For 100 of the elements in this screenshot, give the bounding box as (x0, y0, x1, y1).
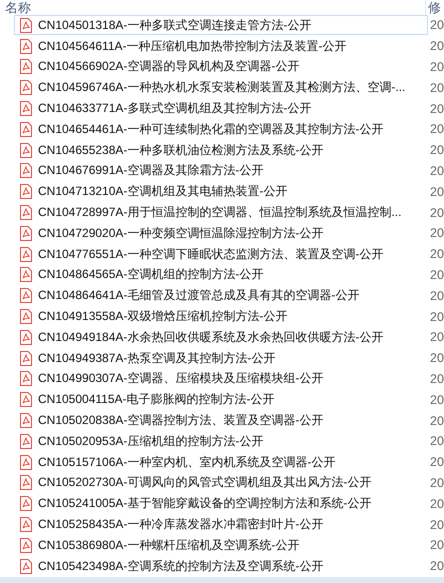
file-name: CN104566902A-空调器的导风机构及空调器-公开 (38, 58, 300, 76)
file-item[interactable]: CN105020953A-压缩机组的控制方法-公开 (14, 431, 428, 452)
file-name: CN104990307A-空调器、压缩模块及压缩模块组-公开 (38, 370, 324, 388)
file-date: 20 (429, 559, 444, 574)
file-item[interactable]: CN104949184A-水余热回收供暖系统及水余热回收供暖方法-公开 (14, 327, 428, 348)
pdf-file-icon (20, 142, 32, 158)
file-date: 20 (429, 372, 444, 386)
pdf-file-icon (20, 288, 32, 304)
file-item[interactable]: CN105423498A-空调系统的控制方法及空调系统-公开 (14, 556, 428, 576)
pdf-file-icon (20, 413, 32, 428)
file-name: CN104729020A-一种变频空调恒温除湿控制方法-公开 (38, 224, 324, 242)
file-date: 20 (429, 143, 444, 158)
file-name: CN105423498A-空调系统的控制方法及空调系统-公开 (38, 558, 324, 575)
pdf-file-icon (20, 330, 32, 345)
file-date: 20 (429, 310, 444, 324)
pdf-file-icon (20, 122, 32, 137)
file-name: CN104596746A-一种热水机水泵安装检测装置及其检测方法、空调-... (38, 79, 406, 96)
file-date: 20 (429, 434, 444, 448)
file-name: CN104776551A-一种空调下睡眠状态监测方法、装置及空调-公开 (38, 246, 384, 263)
file-item[interactable]: CN105004115A-电子膨胀阀的控制方法-公开 (14, 390, 428, 410)
file-date: 20 (429, 122, 444, 136)
pdf-file-icon (20, 184, 32, 200)
file-date: 20 (429, 455, 444, 470)
pdf-file-icon (20, 205, 32, 220)
file-name: CN105202730A-可调风向的风管式空调机组及其出风方法-公开 (38, 474, 372, 492)
file-date: 20 (429, 184, 444, 199)
file-date: 20 (429, 518, 444, 532)
column-header[interactable]: 名称 (0, 0, 425, 15)
file-item[interactable]: CN105202730A-可调风向的风管式空调机组及其出风方法-公开 (14, 472, 428, 493)
file-item[interactable]: CN104596746A-一种热水机水泵安装检测装置及其检测方法、空调-... (14, 78, 428, 98)
file-date: 20 (429, 496, 444, 511)
file-item[interactable]: CN104913558A-双级增焓压缩机控制方法-公开 (14, 306, 428, 327)
file-date: 20 (429, 392, 444, 407)
file-item[interactable]: CN104654461A-一种可连续制热化霜的空调器及其控制方法-公开 (14, 119, 428, 140)
file-name: CN104864641A-毛细管及过渡管总成及具有其的空调器-公开 (38, 287, 360, 304)
pdf-file-icon (20, 309, 32, 324)
file-name: CN105020838A-空调器控制方法、装置及空调器-公开 (38, 412, 324, 430)
file-date: 20 (429, 164, 444, 178)
pdf-file-icon (20, 517, 32, 532)
file-item[interactable]: CN104566902A-空调器的导风机构及空调器-公开 (14, 56, 428, 77)
file-name: CN105004115A-电子膨胀阀的控制方法-公开 (38, 391, 275, 408)
pdf-file-icon (20, 38, 32, 54)
pdf-file-icon (20, 246, 32, 262)
file-name: CN104949184A-水余热回收供暖系统及水余热回收供暖方法-公开 (38, 328, 384, 346)
file-item[interactable]: CN104776551A-一种空调下睡眠状态监测方法、装置及空调-公开 (14, 244, 428, 264)
file-item[interactable]: CN104655238A-一种多联机油位检测方法及系统-公开 (14, 140, 428, 160)
pdf-file-icon (20, 226, 32, 241)
file-name: CN104655238A-一种多联机油位检测方法及系统-公开 (38, 142, 324, 159)
file-date: 20 (429, 268, 444, 282)
file-item[interactable]: CN105386980A-一种螺杆压缩机及空调系统-公开 (14, 535, 428, 556)
file-date: 20 (429, 102, 444, 116)
pdf-file-icon (20, 558, 32, 574)
file-date: 20 (429, 414, 444, 428)
file-name: CN104564611A-一种压缩机电加热带控制方法及装置-公开 (38, 38, 347, 55)
file-name: CN104654461A-一种可连续制热化霜的空调器及其控制方法-公开 (38, 120, 384, 138)
file-name: CN104728997A-用于恒温控制的空调器、恒温控制系统及恒温控制... (38, 204, 402, 222)
file-item[interactable]: CN105258435A-一种冷库蒸发器水冲霜密封叶片-公开 (14, 514, 428, 535)
file-date: 20 (429, 538, 444, 552)
file-item[interactable]: CN104564611A-一种压缩机电加热带控制方法及装置-公开 (14, 36, 428, 56)
file-item[interactable]: CN104501318A-一种多联式空调连接走管方法-公开 (14, 15, 428, 36)
file-item[interactable]: CN104676991A-空调器及其除霜方法-公开 (14, 160, 428, 181)
file-name: CN104913558A-双级增焓压缩机控制方法-公开 (38, 308, 288, 326)
file-date: 20 (429, 330, 444, 344)
file-item[interactable]: CN105020838A-空调器控制方法、装置及空调器-公开 (14, 410, 428, 431)
pdf-file-icon (20, 80, 32, 96)
file-item[interactable]: CN104990307A-空调器、压缩模块及压缩模块组-公开 (14, 368, 428, 389)
file-date: 20 (429, 288, 444, 303)
file-item[interactable]: CN104949387A-热泵空调及其控制方法-公开 (14, 348, 428, 368)
file-name: CN104676991A-空调器及其除霜方法-公开 (38, 162, 264, 180)
file-item[interactable]: CN104633771A-多联式空调机组及其控制方法-公开 (14, 98, 428, 119)
pdf-file-icon (20, 538, 32, 553)
file-name: CN105241005A-基于智能穿戴设备的空调控制方法和系统-公开 (38, 495, 372, 512)
pdf-file-icon (20, 267, 32, 282)
file-item[interactable]: CN104729020A-一种变频空调恒温除湿控制方法-公开 (14, 223, 428, 244)
file-item[interactable]: CN104713210A-空调机组及其电辅热装置-公开 (14, 182, 428, 202)
pdf-file-icon (20, 392, 32, 408)
file-item[interactable]: CN104728997A-用于恒温控制的空调器、恒温控制系统及恒温控制... (14, 202, 428, 223)
pdf-file-icon (20, 101, 32, 116)
file-item[interactable]: CN104864565A-空调机组的控制方法-公开 (14, 264, 428, 285)
file-date: 20 (429, 39, 444, 54)
file-date: 20 (429, 247, 444, 262)
file-name: CN104501318A-一种多联式空调连接走管方法-公开 (38, 16, 312, 34)
file-item[interactable]: CN105157106A-一种室内机、室内机系统及空调器-公开 (14, 452, 428, 472)
file-item[interactable]: CN105241005A-基于智能穿戴设备的空调控制方法和系统-公开 (14, 494, 428, 514)
file-date: 20 (429, 80, 444, 95)
file-date: 20 (429, 226, 444, 240)
file-name: CN104713210A-空调机组及其电辅热装置-公开 (38, 183, 288, 200)
file-item[interactable]: CN104864641A-毛细管及过渡管总成及具有其的空调器-公开 (14, 286, 428, 306)
pdf-file-icon (20, 371, 32, 386)
pdf-file-icon (20, 18, 32, 33)
file-name: CN105258435A-一种冷库蒸发器水冲霜密封叶片-公开 (38, 516, 324, 534)
pdf-file-icon (20, 434, 32, 449)
pdf-file-icon (20, 475, 32, 490)
file-name: CN104633771A-多联式空调机组及其控制方法-公开 (38, 100, 312, 118)
file-date: 20 (429, 60, 444, 74)
file-date: 20 (429, 351, 444, 366)
pdf-file-icon (20, 163, 32, 178)
file-name: CN105386980A-一种螺杆压缩机及空调系统-公开 (38, 536, 300, 554)
file-name: CN104864565A-空调机组的控制方法-公开 (38, 266, 264, 284)
column-header[interactable]: 修 (425, 0, 444, 15)
